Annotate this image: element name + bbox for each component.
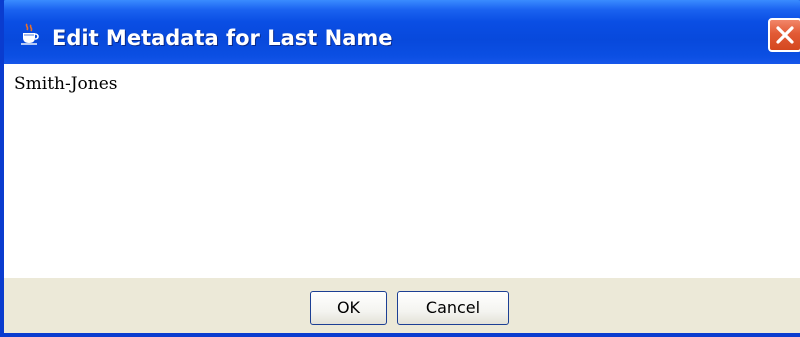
metadata-editor[interactable]: Smith-Jones (4, 64, 800, 278)
java-coffee-cup-icon (18, 22, 42, 46)
close-icon (776, 26, 794, 44)
title-bar[interactable]: Edit Metadata for Last Name (4, 0, 800, 64)
dialog-title: Edit Metadata for Last Name (52, 26, 393, 50)
button-bar: OK Cancel (4, 278, 800, 333)
cancel-button[interactable]: Cancel (397, 291, 509, 325)
metadata-value[interactable]: Smith-Jones (14, 72, 118, 96)
ok-button[interactable]: OK (310, 291, 387, 325)
dialog-window: Edit Metadata for Last Name Smith-Jones … (0, 0, 800, 337)
close-button[interactable] (768, 18, 800, 52)
